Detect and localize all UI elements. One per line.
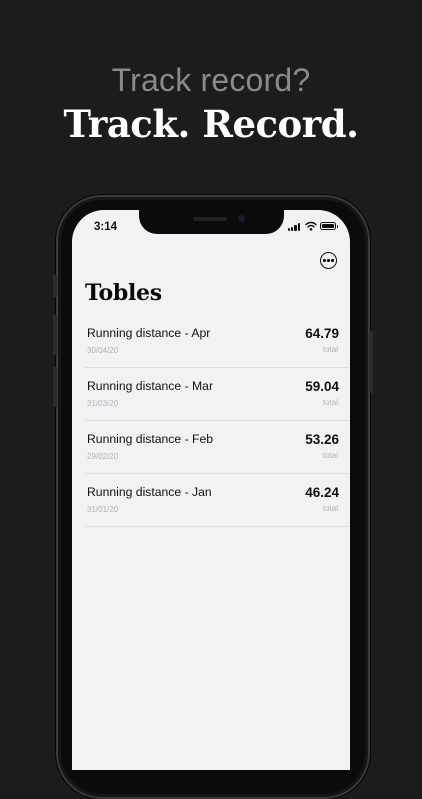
item-total-label: total	[322, 451, 338, 460]
item-total-label: total	[322, 398, 338, 407]
item-name: Running distance - Mar	[87, 379, 213, 393]
battery-icon	[320, 222, 338, 230]
tables-list: Running distance - Apr 30/04/20 64.79 to…	[85, 315, 349, 527]
status-time: 3:14	[94, 221, 118, 233]
power-button	[369, 331, 373, 393]
list-item[interactable]: Running distance - Apr 30/04/20 64.79 to…	[85, 315, 349, 368]
item-total-value: 64.79	[305, 326, 339, 341]
item-date: 31/03/20	[87, 399, 119, 408]
item-name: Running distance - Apr	[87, 326, 211, 340]
signal-icon	[288, 222, 302, 231]
item-date: 31/01/20	[87, 505, 119, 514]
item-total-value: 59.04	[305, 379, 339, 394]
item-name: Running distance - Feb	[87, 432, 214, 446]
marketing-headline: Track. Record.	[63, 102, 359, 146]
speaker-grille	[193, 217, 227, 221]
mute-switch	[53, 275, 57, 297]
notch	[139, 210, 284, 234]
marketing-question: Track record?	[111, 62, 311, 98]
list-item[interactable]: Running distance - Mar 31/03/20 59.04 to…	[85, 368, 349, 421]
list-item[interactable]: Running distance - Jan 31/01/20 46.24 to…	[85, 474, 349, 527]
item-total-label: total	[322, 345, 338, 354]
ellipsis-circle-icon[interactable]	[320, 252, 337, 269]
volume-up-button	[53, 315, 57, 355]
item-total-value: 46.24	[305, 485, 339, 500]
list-item[interactable]: Running distance - Feb 29/02/20 53.26 to…	[85, 421, 349, 474]
wifi-icon	[305, 221, 317, 231]
item-total-label: total	[322, 504, 338, 513]
front-camera	[238, 215, 245, 222]
page-title: Tobles	[85, 280, 162, 306]
volume-down-button	[53, 367, 57, 407]
item-date: 29/02/20	[87, 452, 119, 461]
item-total-value: 53.26	[305, 432, 339, 447]
item-name: Running distance - Jan	[87, 485, 212, 499]
item-date: 30/04/20	[87, 346, 119, 355]
